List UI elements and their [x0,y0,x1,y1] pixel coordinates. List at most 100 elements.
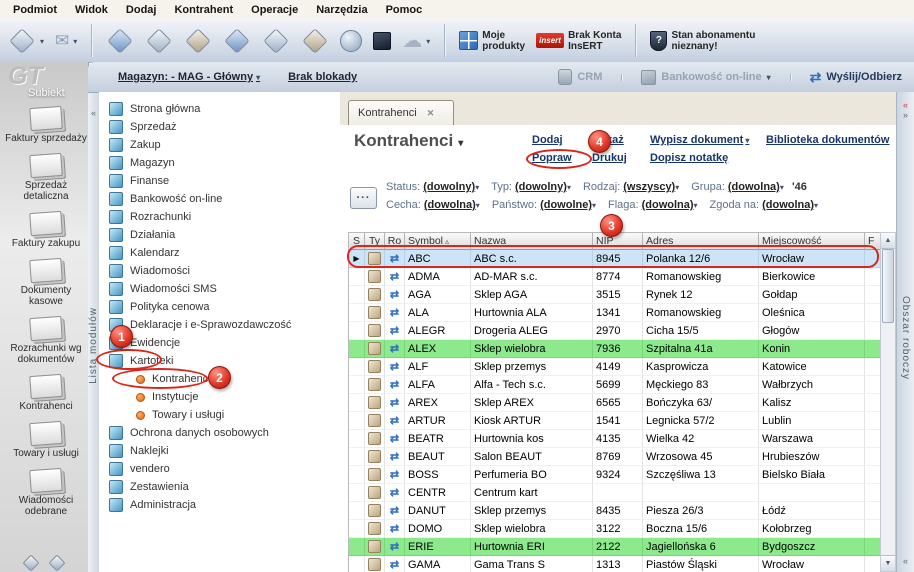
table-row-danut[interactable]: DANUTSklep przemys8435Piesza 26/3Łódź [349,502,881,520]
module-dokumenty-kasowe[interactable]: Dokumenty kasowe [0,254,92,312]
close-icon[interactable] [427,107,435,119]
filter-value-grupa[interactable]: (dowolna) [728,181,780,193]
tree-item-dzia-ania[interactable]: Działania [99,226,340,244]
tree-item-wiadomosci-sms[interactable]: Wiadomości SMS [99,280,340,298]
table-row-ala[interactable]: ALAHurtownia ALA1341RomanowskiegOleśnica [349,304,881,322]
column-header-f[interactable]: F [865,233,881,250]
blokada-link[interactable]: Brak blokady [288,71,357,83]
module-faktury-sprzedazy[interactable]: Faktury sprzedaży [0,102,92,149]
bankowosc-button[interactable]: Bankowość on-line [641,70,770,85]
tree-item-wiadomosci[interactable]: Wiadomości [99,262,340,280]
tree-item-administracja[interactable]: Administracja [99,496,340,514]
vertical-scrollbar[interactable] [880,232,896,572]
scroll-up-icon[interactable] [881,233,895,249]
table-row-artur[interactable]: ARTURKiosk ARTUR1541Legnicka 57/2Lublin [349,412,881,430]
expand-right-icon[interactable] [903,110,908,120]
mini-stamp-icon[interactable] [23,555,40,572]
tab-kontrahenci[interactable]: Kontrahenci [348,100,454,126]
menu-narzedzia[interactable]: Narzędzia [307,2,376,18]
tree-item-kartoteki[interactable]: Kartoteki [99,352,340,370]
tree-item-zakup[interactable]: Zakup [99,136,340,154]
filter-value-status[interactable]: (dowolny) [423,181,475,193]
crm-button[interactable]: CRM [558,69,602,85]
table-row-adma[interactable]: ADMAAD-MAR s.c.8774RomanowskiegBierkowic… [349,268,881,286]
report-button[interactable] [262,27,290,55]
table-row-arex[interactable]: AREXSklep AREX6565Bończyka 63/Kalisz [349,394,881,412]
column-header-symbol[interactable]: Symbol [405,233,471,250]
menu-podmiot[interactable]: Podmiot [4,2,66,18]
module-wiadomosci-odebrane[interactable]: Wiadomości odebrane [0,464,92,522]
insert-services-button[interactable] [373,32,391,50]
column-header-s[interactable]: S [349,233,365,250]
stamp-menu-button[interactable] [8,27,44,55]
menu-kontrahent[interactable]: Kontrahent [165,2,242,18]
sales-document-button[interactable] [106,27,134,55]
magazyn-selector[interactable]: Magazyn: - MAG - Główny [118,71,260,83]
moje-produkty-button[interactable]: Moje produkty [459,30,525,52]
tree-item-deklaracje-i-e-sprawozdawczosc[interactable]: Deklaracje i e-Sprawozdawczość [99,316,340,334]
tree-item-kalendarz[interactable]: Kalendarz [99,244,340,262]
tree-item-ochrona-danych-osobowych[interactable]: Ochrona danych osobowych [99,424,340,442]
tree-item-vendero[interactable]: vendero [99,460,340,478]
action-wypisz-dokument[interactable]: Wypisz dokument [650,134,749,146]
wyslij-odbierz-button[interactable]: Wyślij/Odbierz [810,69,902,86]
collapse-left-icon[interactable] [91,108,96,118]
filter-value-panstwo[interactable]: (dowolne) [540,199,592,211]
table-row-alfa[interactable]: ALFAAlfa - Tech s.c.5699Męckiego 83Wałbr… [349,376,881,394]
tree-item-finanse[interactable]: Finanse [99,172,340,190]
column-header-ro[interactable]: Ro [385,233,405,250]
tree-item-kontrahenci[interactable]: Kontrahenci [99,370,340,388]
module-kontrahenci[interactable]: Kontrahenci [0,370,92,417]
online-services-button[interactable] [340,30,362,52]
cloud-menu-button[interactable] [402,28,430,53]
tree-item-naklejki[interactable]: Naklejki [99,442,340,460]
table-row-domo[interactable]: DOMOSklep wielobra3122Boczna 15/6Kołobrz… [349,520,881,538]
tree-item-sprzedaz[interactable]: Sprzedaż [99,118,340,136]
table-row-alegr[interactable]: ALEGRDrogeria ALEG2970Cicha 15/5Głogów [349,322,881,340]
action-dopisz-notatke[interactable]: Dopisz notatkę [650,152,728,164]
column-header-adres[interactable]: Adres [643,233,759,250]
cash-document-button[interactable] [223,27,251,55]
filter-value-flaga[interactable]: (dowolna) [642,199,694,211]
table-row-aga[interactable]: AGASklep AGA3515Rynek 12Gołdap [349,286,881,304]
mini-mail-icon[interactable] [49,555,66,572]
filter-value-cecha[interactable]: (dowolna) [424,199,476,211]
action-popraw[interactable]: Popraw [532,152,572,164]
filter-value-zgoda-na[interactable]: (dowolna) [762,199,814,211]
action-biblioteka-dokumentow[interactable]: Biblioteka dokumentów [766,134,889,146]
table-row-alex[interactable]: ALEXSklep wielobra7936Szpitalna 41aKonin [349,340,881,358]
insert-account-button[interactable]: insert Brak Konta InsERT [536,30,621,52]
table-row-abc[interactable]: ABCABC s.c.8945Polanka 12/6Wrocław [349,250,881,268]
table-row-alf[interactable]: ALFSklep przemys4149KasprowiczaKatowice [349,358,881,376]
tree-item-zestawienia[interactable]: Zestawienia [99,478,340,496]
module-rozrachunki-wg-dokumentow[interactable]: Rozrachunki wg dokumentów [0,312,92,370]
action-dodaj[interactable]: Dodaj [532,134,563,146]
tree-item-polityka-cenowa[interactable]: Polityka cenowa [99,298,340,316]
settings-stamp-button[interactable] [301,27,329,55]
purchase-document-button[interactable] [184,27,212,55]
menu-operacje[interactable]: Operacje [242,2,307,18]
tree-item-towary-i-us-ugi[interactable]: Towary i usługi [99,406,340,424]
module-faktury-zakupu[interactable]: Faktury zakupu [0,207,92,254]
module-sprzedaz-detaliczna[interactable]: Sprzedaż detaliczna [0,149,92,207]
menu-dodaj[interactable]: Dodaj [117,2,166,18]
tree-item-instytucje[interactable]: Instytucje [99,388,340,406]
table-row-erie[interactable]: ERIEHurtownia ERI2122Jagiellońska 6Bydgo… [349,538,881,556]
menu-widok[interactable]: Widok [66,2,117,18]
page-title[interactable]: Kontrahenci [354,131,463,151]
scrollbar-thumb[interactable] [882,249,894,323]
tree-item-ewidencje[interactable]: Ewidencje [99,334,340,352]
mail-menu-button[interactable] [55,31,77,51]
menu-pomoc[interactable]: Pomoc [377,2,432,18]
tree-item-bankowosc-on-line[interactable]: Bankowość on-line [99,190,340,208]
table-row-beaut[interactable]: BEAUTSalon BEAUT8769Wrzosowa 45Hrubieszó… [349,448,881,466]
tree-item-magazyn[interactable]: Magazyn [99,154,340,172]
action-pokaz[interactable]: Pokaż [592,134,624,146]
table-row-boss[interactable]: BOSSPerfumeria BO9324Szczęśliwa 13Bielsk… [349,466,881,484]
subscription-status-button[interactable]: Stan abonamentu nieznany! [650,30,755,52]
collapse-left-red-icon[interactable] [903,100,908,110]
warehouse-document-button[interactable] [145,27,173,55]
column-header-miejscowosc[interactable]: Miejscowość [759,233,865,250]
more-filters-button[interactable] [350,187,377,209]
scroll-down-icon[interactable] [881,555,895,571]
